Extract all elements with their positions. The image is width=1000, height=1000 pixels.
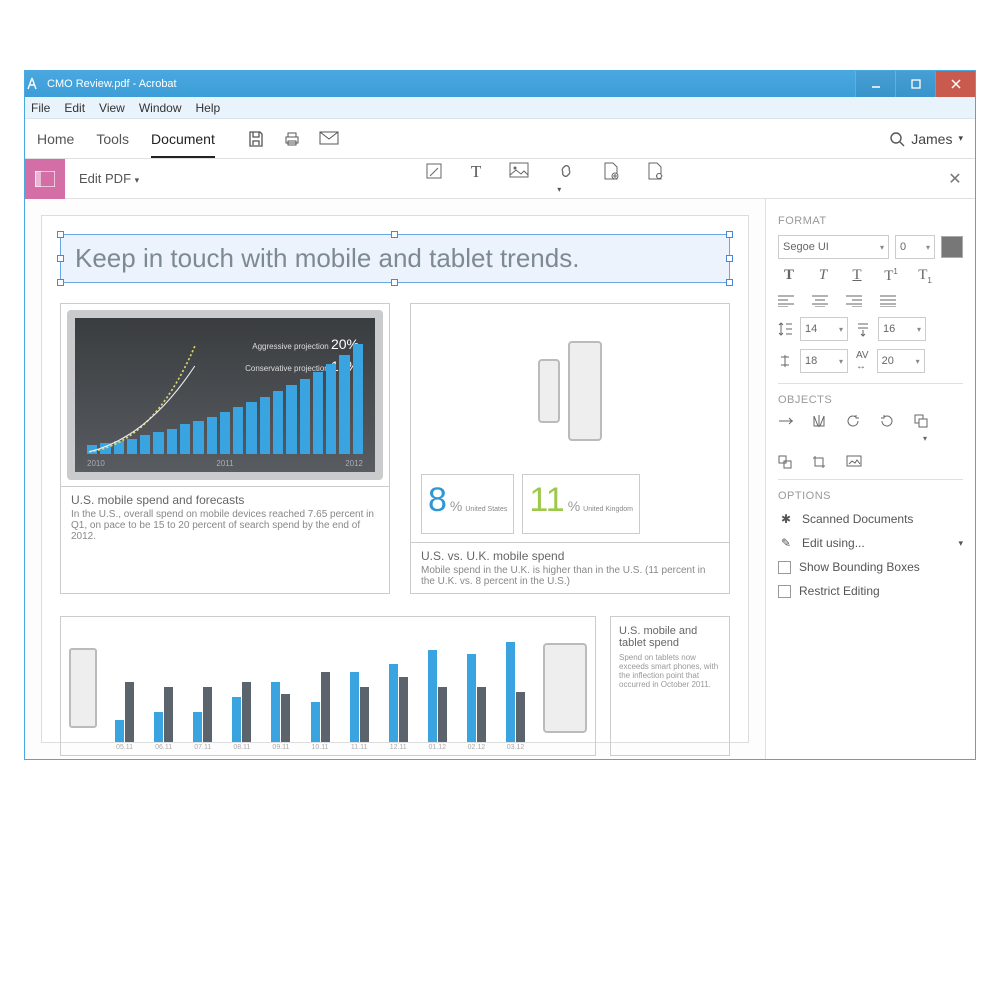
option-restrict-editing[interactable]: Restrict Editing — [778, 584, 963, 598]
font-family-select[interactable]: Segoe UI▾ — [778, 235, 889, 259]
search-icon[interactable] — [889, 131, 905, 147]
app-window: CMO Review.pdf - Acrobat File Edit View … — [24, 70, 976, 760]
objects-section-label: OBJECTS — [778, 394, 963, 406]
edit-pdf-dropdown[interactable]: Edit PDF ▾ — [65, 171, 153, 186]
color-swatch[interactable] — [941, 236, 963, 258]
close-panel-button[interactable]: ✕ — [935, 169, 975, 189]
chart2-caption-title: U.S. vs. U.K. mobile spend — [421, 549, 719, 563]
maximize-button[interactable] — [895, 71, 935, 97]
save-icon[interactable] — [247, 130, 265, 148]
rotate-ccw-icon[interactable] — [846, 414, 868, 445]
subscript-icon[interactable]: T1 — [914, 267, 936, 285]
flip-horizontal-icon[interactable] — [778, 414, 800, 445]
tab-home[interactable]: Home — [37, 131, 74, 147]
stat-us: 8% United States — [421, 474, 514, 534]
window-title: CMO Review.pdf - Acrobat — [45, 78, 855, 90]
bold-icon[interactable]: T — [778, 267, 800, 285]
chart-mobile-tablet-spend: 05.1106.1107.1108.1109.1110.1111.1112.11… — [60, 616, 596, 756]
menu-edit[interactable]: Edit — [64, 101, 85, 115]
add-page-icon[interactable] — [603, 162, 619, 195]
tab-document[interactable]: Document — [151, 131, 215, 158]
user-dropdown-icon[interactable]: ▾ — [958, 133, 963, 144]
checkbox-icon[interactable] — [778, 561, 791, 574]
options-section-label: OPTIONS — [778, 490, 963, 502]
add-text-icon[interactable]: T — [471, 162, 481, 195]
menu-window[interactable]: Window — [139, 101, 182, 115]
document-page: Keep in touch with mobile and tablet tre… — [41, 215, 749, 743]
format-section-label: FORMAT — [778, 215, 963, 227]
option-show-bounding-boxes[interactable]: Show Bounding Boxes — [778, 560, 963, 574]
menubar: File Edit View Window Help — [25, 97, 975, 119]
topbar: Home Tools Document James ▾ — [25, 119, 975, 159]
option-edit-using[interactable]: ✎ Edit using... ▾ — [778, 536, 963, 550]
underline-icon[interactable]: T — [846, 267, 868, 285]
line-spacing-icon — [778, 321, 792, 337]
user-name[interactable]: James — [911, 131, 952, 147]
chart-mobile-forecasts: Aggressive projection 20% Conservative p… — [60, 303, 390, 594]
panel-mode-button[interactable] — [25, 159, 65, 199]
rotate-cw-icon[interactable] — [880, 414, 902, 445]
close-button[interactable] — [935, 71, 975, 97]
group-icon[interactable] — [778, 455, 800, 469]
italic-icon[interactable]: T — [812, 267, 834, 285]
flip-vertical-icon[interactable] — [812, 414, 834, 445]
align-left-icon[interactable] — [778, 295, 800, 307]
character-spacing-icon: AV↔ — [856, 350, 869, 372]
crop-icon[interactable] — [812, 455, 834, 469]
align-justify-icon[interactable] — [880, 295, 902, 307]
pencil-icon: ✎ — [778, 536, 794, 550]
gear-icon: ✱ — [778, 512, 794, 526]
font-size-select[interactable]: 0▾ — [895, 235, 935, 259]
checkbox-icon[interactable] — [778, 585, 791, 598]
menu-help[interactable]: Help — [196, 101, 221, 115]
selected-text-box[interactable]: Keep in touch with mobile and tablet tre… — [60, 234, 730, 283]
document-canvas[interactable]: Keep in touch with mobile and tablet tre… — [25, 199, 765, 759]
menu-view[interactable]: View — [99, 101, 125, 115]
chart3-side-text: U.S. mobile and tablet spend Spend on ta… — [610, 616, 730, 756]
chart-us-uk-spend: 8% United States 11% United Kingdom U.S.… — [410, 303, 730, 594]
mail-icon[interactable] — [319, 130, 339, 148]
link-icon[interactable]: ▾ — [557, 162, 575, 195]
chart1-caption-body: In the U.S., overall spend on mobile dev… — [71, 509, 379, 542]
chart2-caption-body: Mobile spend in the U.K. is higher than … — [421, 565, 719, 587]
titlebar: CMO Review.pdf - Acrobat — [25, 71, 975, 97]
replace-image-icon[interactable] — [846, 455, 868, 469]
workarea: Keep in touch with mobile and tablet tre… — [25, 199, 975, 759]
print-icon[interactable] — [283, 130, 301, 148]
character-spacing-input[interactable]: 20▾ — [877, 349, 925, 373]
stat-uk: 11% United Kingdom — [522, 474, 640, 534]
tablet-icon — [543, 643, 587, 733]
superscript-icon[interactable]: T1 — [880, 267, 902, 285]
acrobat-icon — [25, 77, 45, 91]
align-center-icon[interactable] — [812, 295, 834, 307]
menu-file[interactable]: File — [31, 101, 50, 115]
tab-tools[interactable]: Tools — [96, 131, 129, 147]
tablet-icon — [568, 341, 602, 441]
chart1-caption-title: U.S. mobile spend and forecasts — [71, 493, 379, 507]
paragraph-spacing-icon — [856, 321, 870, 337]
horizontal-scale-input[interactable]: 18▾ — [800, 349, 848, 373]
paragraph-spacing-input[interactable]: 16▾ — [878, 317, 926, 341]
edit-text-icon[interactable] — [425, 162, 443, 195]
page-settings-icon[interactable] — [647, 162, 663, 195]
align-right-icon[interactable] — [846, 295, 868, 307]
arrange-icon[interactable]: ▾ — [914, 414, 936, 445]
minimize-button[interactable] — [855, 71, 895, 97]
option-scanned-documents[interactable]: ✱ Scanned Documents — [778, 512, 963, 526]
line-spacing-input[interactable]: 14▾ — [800, 317, 848, 341]
add-image-icon[interactable] — [509, 162, 529, 195]
format-panel: FORMAT Segoe UI▾ 0▾ T T T T1 T1 1 — [765, 199, 975, 759]
edit-toolbar: Edit PDF ▾ T ▾ ✕ — [25, 159, 975, 199]
horizontal-scale-icon — [778, 354, 792, 368]
headline-text[interactable]: Keep in touch with mobile and tablet tre… — [75, 243, 715, 274]
phone-icon — [538, 359, 560, 423]
phone-icon — [69, 648, 97, 728]
